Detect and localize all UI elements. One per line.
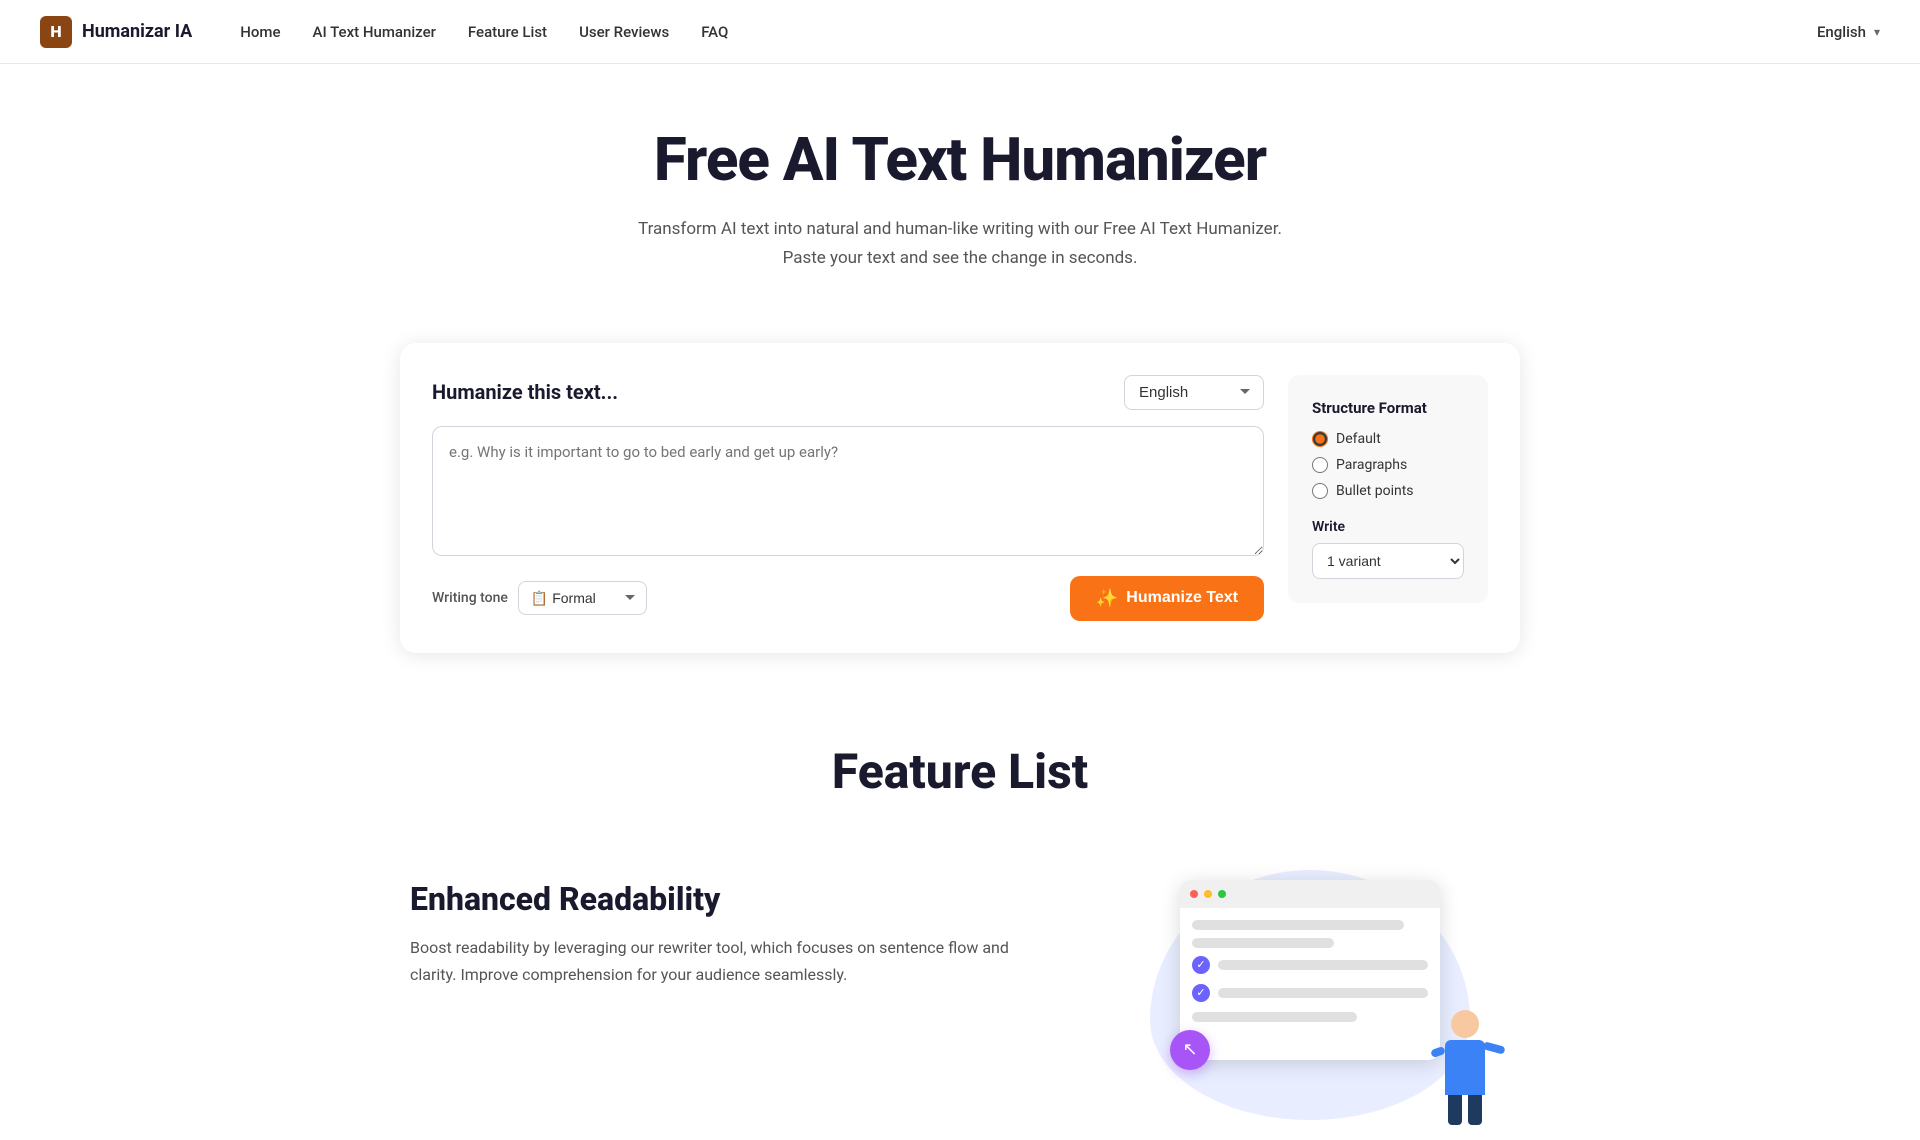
humanize-button[interactable]: ✨ Humanize Text xyxy=(1070,576,1264,621)
browser-content: ✓ ✓ xyxy=(1180,908,1440,1042)
navbar: H Humanizar IA Home AI Text Humanizer Fe… xyxy=(0,0,1920,64)
writing-tone-label: Writing tone xyxy=(432,590,508,606)
person-arm-right xyxy=(1482,1041,1505,1054)
nav-item-feature-list[interactable]: Feature List xyxy=(468,23,547,41)
language-dropdown[interactable]: English Spanish French German Portuguese xyxy=(1124,375,1264,410)
nav-logo[interactable]: H Humanizar IA xyxy=(40,16,192,48)
content-line-check-2: ✓ xyxy=(1192,984,1428,1002)
feature-text: Enhanced Readability Boost readability b… xyxy=(410,860,1050,988)
tool-footer: Writing tone 📋 Formal 💬 Casual 📝 Academi… xyxy=(432,576,1264,621)
content-line-check-1: ✓ xyxy=(1192,956,1428,974)
humanize-textarea[interactable] xyxy=(432,426,1264,556)
feature-description: Boost readability by leveraging our rewr… xyxy=(410,934,1050,988)
structure-option-paragraphs[interactable]: Paragraphs xyxy=(1312,457,1464,473)
person-leg-left xyxy=(1448,1095,1462,1125)
check-icon-1: ✓ xyxy=(1192,956,1210,974)
feature-illustration: ✓ ✓ ↖ xyxy=(1130,860,1510,1140)
check-line-bar-2 xyxy=(1218,988,1428,998)
humanize-btn-label: Humanize Text xyxy=(1126,589,1238,607)
tool-header-title: Humanize this text... xyxy=(432,380,618,404)
hero-section: Free AI Text Humanizer Transform AI text… xyxy=(0,64,1920,313)
dot-yellow xyxy=(1204,890,1212,898)
person-arm-left xyxy=(1430,1046,1446,1058)
browser-bar xyxy=(1180,880,1440,908)
tone-dropdown[interactable]: 📋 Formal 💬 Casual 📝 Academic 🎨 Creative xyxy=(518,581,647,615)
tool-section: Humanize this text... English Spanish Fr… xyxy=(360,343,1560,653)
nav-item-home[interactable]: Home xyxy=(240,23,280,41)
person-illustration xyxy=(1430,1010,1500,1130)
nav-item-faq[interactable]: FAQ xyxy=(701,23,728,41)
language-label: English xyxy=(1817,23,1866,41)
logo-icon: H xyxy=(40,16,72,48)
person-leg-right xyxy=(1468,1095,1482,1125)
structure-option-bullet-points[interactable]: Bullet points xyxy=(1312,483,1464,499)
illustration-browser: ✓ ✓ xyxy=(1180,880,1440,1060)
features-section: Feature List Enhanced Readability Boost … xyxy=(0,683,1920,1140)
nav-links: Home AI Text Humanizer Feature List User… xyxy=(240,22,1817,41)
tool-card: Humanize this text... English Spanish Fr… xyxy=(400,343,1520,653)
chevron-down-icon: ▾ xyxy=(1874,25,1880,39)
writing-tone-wrapper: Writing tone 📋 Formal 💬 Casual 📝 Academi… xyxy=(432,581,647,615)
tool-left-panel: Humanize this text... English Spanish Fr… xyxy=(432,375,1264,621)
nav-item-ai-humanizer[interactable]: AI Text Humanizer xyxy=(313,23,436,41)
structure-panel: Structure Format Default Paragraphs Bull… xyxy=(1288,375,1488,603)
language-selector[interactable]: English ▾ xyxy=(1817,23,1880,41)
sparkle-icon: ✨ xyxy=(1096,588,1118,609)
content-line-1 xyxy=(1192,920,1404,930)
person-body xyxy=(1445,1040,1485,1095)
logo-text: Humanizar IA xyxy=(82,21,192,42)
structure-option-default[interactable]: Default xyxy=(1312,431,1464,447)
feature-heading: Enhanced Readability xyxy=(410,880,1050,918)
content-line-2 xyxy=(1192,938,1334,948)
features-section-title: Feature List xyxy=(40,743,1880,800)
nav-item-user-reviews[interactable]: User Reviews xyxy=(579,23,669,41)
write-label: Write xyxy=(1312,519,1464,535)
structure-title: Structure Format xyxy=(1312,399,1464,417)
hero-subtitle: Transform AI text into natural and human… xyxy=(620,215,1300,273)
variant-dropdown[interactable]: 1 variant 2 variants 3 variants xyxy=(1312,543,1464,579)
hero-title: Free AI Text Humanizer xyxy=(40,124,1880,195)
check-icon-2: ✓ xyxy=(1192,984,1210,1002)
person-legs xyxy=(1445,1095,1485,1125)
tool-header: Humanize this text... English Spanish Fr… xyxy=(432,375,1264,410)
illustration-container: ✓ ✓ ↖ xyxy=(1130,860,1510,1130)
cursor-icon: ↖ xyxy=(1170,1030,1210,1070)
dot-green xyxy=(1218,890,1226,898)
dot-red xyxy=(1190,890,1198,898)
content-line-3 xyxy=(1192,1012,1357,1022)
person-head xyxy=(1451,1010,1479,1038)
feature-item-readability: Enhanced Readability Boost readability b… xyxy=(410,860,1510,1140)
check-line-bar-1 xyxy=(1218,960,1428,970)
structure-radio-group: Default Paragraphs Bullet points xyxy=(1312,431,1464,499)
